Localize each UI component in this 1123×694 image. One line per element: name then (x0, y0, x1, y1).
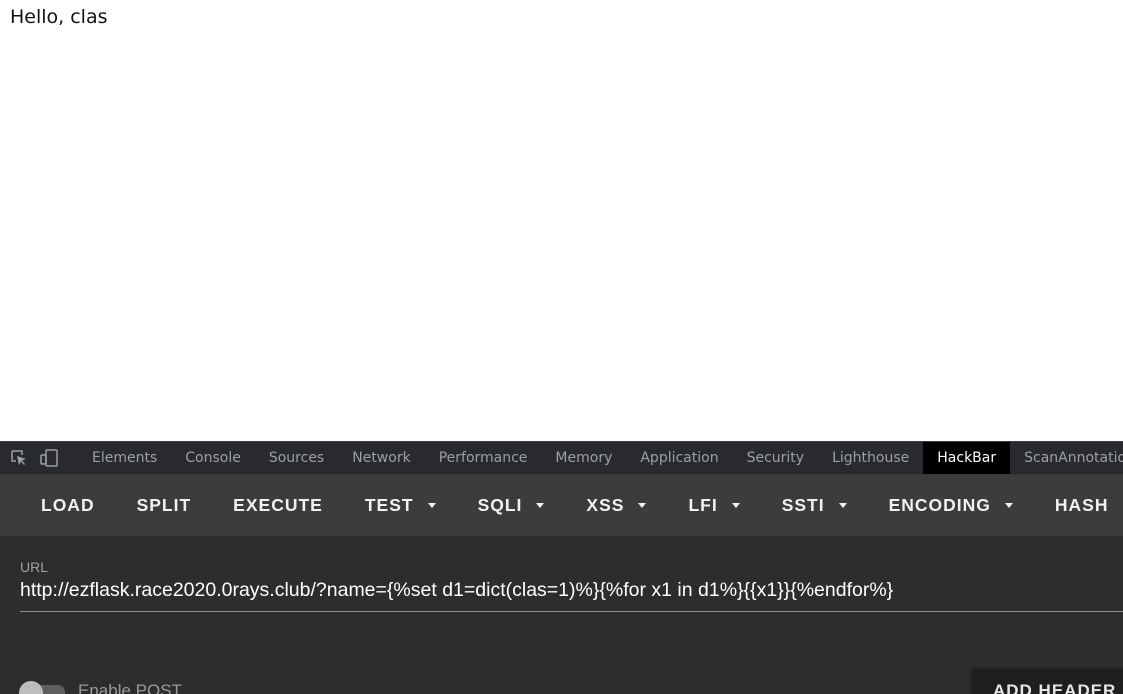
execute-button[interactable]: EXECUTE (212, 475, 344, 536)
tab-elements[interactable]: Elements (78, 442, 171, 474)
lfi-button-label: LFI (688, 495, 718, 515)
enable-post-label: Enable POST (78, 681, 182, 694)
browser-viewport: Hello, clas Elements Console Sources Net… (0, 0, 1123, 694)
device-toolbar-icon[interactable] (39, 447, 59, 469)
encoding-button-label: ENCODING (888, 495, 991, 515)
sqli-dropdown-button[interactable]: SQLI (457, 475, 566, 536)
devtools-tab-bar: Elements Console Sources Network Perform… (0, 441, 1123, 475)
devtools-panel: Elements Console Sources Network Perform… (0, 441, 1123, 694)
caret-down-icon (638, 503, 647, 508)
page-greeting-text: Hello, clas (10, 6, 108, 28)
test-dropdown-button[interactable]: TEST (344, 475, 457, 536)
tab-network[interactable]: Network (338, 442, 424, 474)
lfi-dropdown-button[interactable]: LFI (667, 475, 760, 536)
tab-lighthouse[interactable]: Lighthouse (818, 442, 923, 474)
tab-console[interactable]: Console (171, 442, 255, 474)
tab-memory[interactable]: Memory (541, 442, 626, 474)
inspect-element-icon[interactable] (10, 447, 28, 469)
split-button-label: SPLIT (136, 495, 192, 515)
caret-down-icon (731, 503, 740, 508)
tab-hackbar[interactable]: HackBar (923, 442, 1011, 474)
xss-dropdown-button[interactable]: XSS (565, 475, 667, 536)
url-field-label: URL (20, 559, 49, 575)
web-page-content: Hello, clas (0, 0, 1123, 441)
caret-down-icon (536, 503, 545, 508)
tab-sources[interactable]: Sources (255, 442, 338, 474)
hackbar-body: URL http://ezflask.race2020.0rays.club/?… (0, 536, 1123, 694)
hackbar-toolbar: LOAD SPLIT EXECUTE TEST SQLI XSS LFI SST… (0, 475, 1123, 536)
load-button-label: LOAD (41, 495, 95, 515)
hash-button-label: HASH (1054, 495, 1109, 515)
url-input[interactable]: http://ezflask.race2020.0rays.club/?name… (20, 579, 893, 602)
caret-down-icon (427, 503, 436, 508)
tab-scanannotation[interactable]: ScanAnnotation (1010, 442, 1123, 474)
caret-down-icon (1004, 503, 1013, 508)
add-header-button[interactable]: ADD HEADER (972, 669, 1123, 694)
execute-button-label: EXECUTE (233, 495, 323, 515)
sqli-button-label: SQLI (477, 495, 523, 515)
split-button[interactable]: SPLIT (116, 475, 213, 536)
tab-security[interactable]: Security (733, 442, 819, 474)
test-button-label: TEST (364, 495, 414, 515)
load-button[interactable]: LOAD (0, 475, 116, 536)
caret-down-icon (838, 503, 847, 508)
tab-application[interactable]: Application (626, 442, 732, 474)
url-input-underline (20, 611, 1123, 612)
ssti-button-label: SSTI (781, 495, 825, 515)
encoding-dropdown-button[interactable]: ENCODING (868, 475, 1034, 536)
ssti-dropdown-button[interactable]: SSTI (761, 475, 868, 536)
tab-performance[interactable]: Performance (425, 442, 542, 474)
xss-button-label: XSS (586, 495, 625, 515)
hash-dropdown-button[interactable]: HASH (1034, 475, 1123, 536)
enable-post-toggle[interactable] (19, 677, 69, 694)
toggle-thumb (19, 681, 43, 694)
